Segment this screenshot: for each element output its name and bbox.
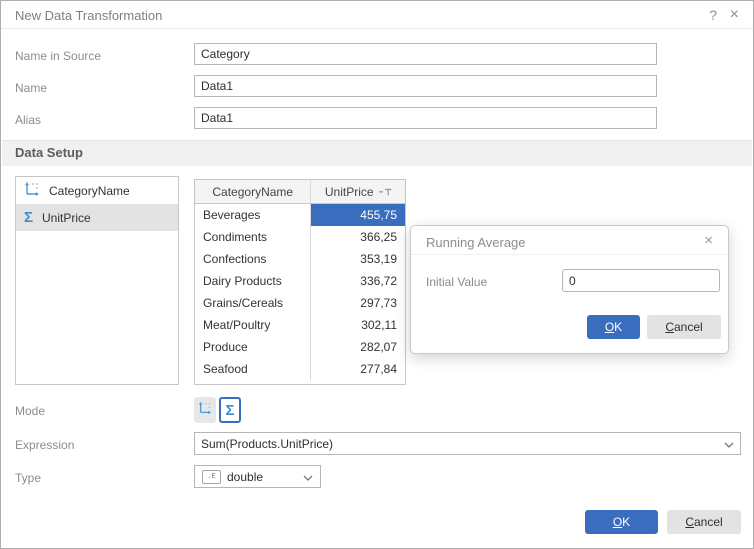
column-header-unitprice[interactable]: UnitPrice xyxy=(311,180,405,203)
table-row: Meat/Poultry 302,11 xyxy=(195,314,405,336)
column-header-label: UnitPrice xyxy=(325,185,374,199)
close-icon[interactable]: × xyxy=(726,6,743,24)
table-row: Dairy Products 336,72 xyxy=(195,270,405,292)
cell-category[interactable]: Grains/Cereals xyxy=(195,292,311,314)
cell-category[interactable]: Condiments xyxy=(195,226,311,248)
chevron-down-icon xyxy=(724,437,734,451)
cell-category[interactable]: Beverages xyxy=(195,204,311,226)
popup-title-separator xyxy=(411,254,728,255)
cell-category[interactable]: Seafood xyxy=(195,358,311,380)
type-value: double xyxy=(227,470,263,484)
running-average-dialog: Running Average × Initial Value OK Cance… xyxy=(410,225,729,354)
preview-grid: CategoryName UnitPrice Beverages 455,75 … xyxy=(194,179,406,385)
help-icon[interactable]: ? xyxy=(705,7,721,23)
popup-close-icon[interactable]: × xyxy=(701,232,716,249)
mode-measure-button[interactable]: Σ xyxy=(219,397,241,423)
expression-label: Expression xyxy=(15,438,74,452)
cell-unitprice[interactable]: 302,11 xyxy=(311,314,405,336)
ok-button[interactable]: OK xyxy=(585,510,658,534)
popup-cancel-label: Cancel xyxy=(665,320,702,334)
popup-cancel-button[interactable]: Cancel xyxy=(647,315,721,339)
initial-value-label: Initial Value xyxy=(426,275,487,289)
table-row: Condiments 366,25 xyxy=(195,226,405,248)
expression-combobox[interactable]: Sum(Products.UnitPrice) xyxy=(194,432,741,455)
table-row: Grains/Cereals 297,73 xyxy=(195,292,405,314)
cell-unitprice[interactable]: 297,73 xyxy=(311,292,405,314)
alias-input[interactable] xyxy=(194,107,657,129)
popup-title: Running Average xyxy=(426,235,526,250)
type-label: Type xyxy=(15,471,41,485)
field-list: CategoryName Σ UnitPrice xyxy=(15,176,179,385)
cell-category[interactable]: Dairy Products xyxy=(195,270,311,292)
table-row: Beverages 455,75 xyxy=(195,204,405,226)
new-data-transformation-dialog: New Data Transformation ? × Name in Sour… xyxy=(0,0,754,549)
type-dropdown[interactable]: .E double xyxy=(194,465,321,488)
table-row: Seafood 277,84 xyxy=(195,358,405,380)
column-header-categoryname[interactable]: CategoryName xyxy=(195,180,311,203)
name-label: Name xyxy=(15,81,47,95)
field-list-item-label: CategoryName xyxy=(49,184,130,198)
cell-unitprice[interactable]: 366,25 xyxy=(311,226,405,248)
double-type-icon: .E xyxy=(202,470,221,484)
cell-unitprice[interactable]: 336,72 xyxy=(311,270,405,292)
ok-label: OK xyxy=(613,515,630,529)
cell-unitprice[interactable]: 277,84 xyxy=(311,358,405,380)
mode-label: Mode xyxy=(15,404,45,418)
dialog-title: New Data Transformation xyxy=(15,8,162,23)
sort-filter-icon xyxy=(379,185,392,199)
dimension-axes-icon xyxy=(198,401,212,420)
name-in-source-label: Name in Source xyxy=(15,49,101,63)
field-list-item-unitprice[interactable]: Σ UnitPrice xyxy=(16,204,178,231)
mode-dimension-button[interactable] xyxy=(194,397,216,423)
cell-unitprice-selected[interactable]: 455,75 xyxy=(311,204,405,226)
name-input[interactable] xyxy=(194,75,657,97)
field-list-item-categoryname[interactable]: CategoryName xyxy=(16,177,178,204)
table-row: Produce 282,07 xyxy=(195,336,405,358)
cell-unitprice[interactable]: 353,19 xyxy=(311,248,405,270)
cell-unitprice[interactable]: 282,07 xyxy=(311,336,405,358)
alias-label: Alias xyxy=(15,113,41,127)
field-list-item-label: UnitPrice xyxy=(42,211,91,225)
name-in-source-input[interactable] xyxy=(194,43,657,65)
table-row: Confections 353,19 xyxy=(195,248,405,270)
cell-category[interactable]: Produce xyxy=(195,336,311,358)
cancel-button[interactable]: Cancel xyxy=(667,510,741,534)
cell-category[interactable]: Confections xyxy=(195,248,311,270)
initial-value-input[interactable] xyxy=(562,269,720,292)
chevron-down-icon xyxy=(303,470,313,484)
popup-ok-button[interactable]: OK xyxy=(587,315,640,339)
data-setup-heading: Data Setup xyxy=(15,145,83,160)
data-setup-band xyxy=(2,140,752,166)
grid-header-row: CategoryName UnitPrice xyxy=(195,180,405,204)
dimension-axes-icon xyxy=(24,181,40,200)
expression-value: Sum(Products.UnitPrice) xyxy=(201,437,333,451)
cell-category[interactable]: Meat/Poultry xyxy=(195,314,311,336)
cancel-label: Cancel xyxy=(685,515,722,529)
popup-ok-label: OK xyxy=(605,320,622,334)
sigma-icon: Σ xyxy=(225,403,234,418)
sigma-icon: Σ xyxy=(24,210,33,225)
